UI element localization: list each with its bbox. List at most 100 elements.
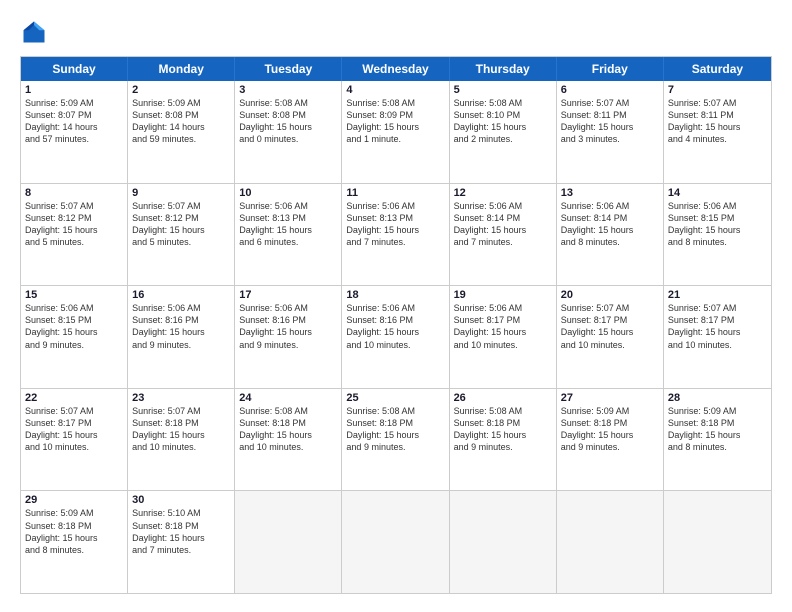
day-number: 12	[454, 187, 552, 199]
day-info-line: Sunrise: 5:07 AM	[668, 302, 767, 314]
day-info-line: Daylight: 15 hours	[346, 121, 444, 133]
day-info-line: Daylight: 15 hours	[561, 121, 659, 133]
day-info-line: Sunset: 8:08 PM	[132, 109, 230, 121]
day-info-line: and 10 minutes.	[668, 339, 767, 351]
day-info-line: Sunrise: 5:08 AM	[454, 405, 552, 417]
day-info-line: Daylight: 15 hours	[668, 121, 767, 133]
day-info-line: Sunset: 8:18 PM	[239, 417, 337, 429]
day-number: 22	[25, 392, 123, 404]
cal-header-saturday: Saturday	[664, 57, 771, 81]
day-info-line: and 6 minutes.	[239, 236, 337, 248]
calendar-day-23: 23Sunrise: 5:07 AMSunset: 8:18 PMDayligh…	[128, 389, 235, 491]
day-info-line: and 9 minutes.	[239, 339, 337, 351]
day-number: 8	[25, 187, 123, 199]
day-info-line: Daylight: 15 hours	[346, 429, 444, 441]
calendar-day-24: 24Sunrise: 5:08 AMSunset: 8:18 PMDayligh…	[235, 389, 342, 491]
calendar-day-22: 22Sunrise: 5:07 AMSunset: 8:17 PMDayligh…	[21, 389, 128, 491]
day-info-line: Daylight: 15 hours	[561, 224, 659, 236]
day-info-line: Daylight: 14 hours	[25, 121, 123, 133]
day-info-line: Daylight: 15 hours	[239, 429, 337, 441]
day-info-line: Sunrise: 5:06 AM	[668, 200, 767, 212]
calendar-week-2: 8Sunrise: 5:07 AMSunset: 8:12 PMDaylight…	[21, 184, 771, 287]
day-info-line: Sunrise: 5:07 AM	[668, 97, 767, 109]
calendar-week-5: 29Sunrise: 5:09 AMSunset: 8:18 PMDayligh…	[21, 491, 771, 593]
day-info-line: and 10 minutes.	[132, 441, 230, 453]
day-info-line: and 3 minutes.	[561, 133, 659, 145]
calendar-day-27: 27Sunrise: 5:09 AMSunset: 8:18 PMDayligh…	[557, 389, 664, 491]
day-info-line: Sunset: 8:16 PM	[239, 314, 337, 326]
day-info-line: Sunrise: 5:06 AM	[454, 200, 552, 212]
day-number: 4	[346, 84, 444, 96]
day-number: 30	[132, 494, 230, 506]
calendar-body: 1Sunrise: 5:09 AMSunset: 8:07 PMDaylight…	[21, 81, 771, 593]
day-info-line: Sunrise: 5:07 AM	[561, 97, 659, 109]
logo	[20, 18, 52, 46]
day-number: 18	[346, 289, 444, 301]
day-info-line: Sunrise: 5:06 AM	[132, 302, 230, 314]
cal-header-tuesday: Tuesday	[235, 57, 342, 81]
day-info-line: Sunset: 8:18 PM	[346, 417, 444, 429]
day-info-line: and 8 minutes.	[25, 544, 123, 556]
day-info-line: Sunrise: 5:10 AM	[132, 507, 230, 519]
day-number: 28	[668, 392, 767, 404]
day-info-line: Sunset: 8:17 PM	[454, 314, 552, 326]
calendar-day-26: 26Sunrise: 5:08 AMSunset: 8:18 PMDayligh…	[450, 389, 557, 491]
calendar-header: SundayMondayTuesdayWednesdayThursdayFrid…	[21, 57, 771, 81]
day-info-line: Daylight: 15 hours	[239, 224, 337, 236]
calendar-empty-cell	[664, 491, 771, 593]
day-info-line: and 57 minutes.	[25, 133, 123, 145]
day-info-line: Sunset: 8:18 PM	[25, 520, 123, 532]
calendar-day-3: 3Sunrise: 5:08 AMSunset: 8:08 PMDaylight…	[235, 81, 342, 183]
day-info-line: and 8 minutes.	[668, 236, 767, 248]
day-info-line: Sunrise: 5:09 AM	[132, 97, 230, 109]
day-number: 10	[239, 187, 337, 199]
day-info-line: Daylight: 15 hours	[25, 326, 123, 338]
day-info-line: and 5 minutes.	[25, 236, 123, 248]
day-info-line: Sunset: 8:16 PM	[132, 314, 230, 326]
day-info-line: and 10 minutes.	[239, 441, 337, 453]
day-info-line: Daylight: 15 hours	[346, 326, 444, 338]
calendar-day-11: 11Sunrise: 5:06 AMSunset: 8:13 PMDayligh…	[342, 184, 449, 286]
day-info-line: Daylight: 15 hours	[454, 429, 552, 441]
day-info-line: Daylight: 15 hours	[25, 532, 123, 544]
day-info-line: Sunset: 8:15 PM	[25, 314, 123, 326]
cal-header-sunday: Sunday	[21, 57, 128, 81]
day-info-line: Sunset: 8:10 PM	[454, 109, 552, 121]
day-info-line: Sunrise: 5:06 AM	[239, 200, 337, 212]
day-info-line: Sunrise: 5:06 AM	[239, 302, 337, 314]
day-number: 15	[25, 289, 123, 301]
page: SundayMondayTuesdayWednesdayThursdayFrid…	[0, 0, 792, 612]
day-info-line: Daylight: 15 hours	[346, 224, 444, 236]
day-info-line: Sunrise: 5:07 AM	[561, 302, 659, 314]
day-info-line: Daylight: 15 hours	[132, 429, 230, 441]
day-number: 5	[454, 84, 552, 96]
day-info-line: Daylight: 15 hours	[132, 224, 230, 236]
day-number: 14	[668, 187, 767, 199]
day-info-line: Sunset: 8:12 PM	[132, 212, 230, 224]
day-info-line: and 9 minutes.	[561, 441, 659, 453]
day-info-line: Sunrise: 5:07 AM	[132, 405, 230, 417]
calendar-day-28: 28Sunrise: 5:09 AMSunset: 8:18 PMDayligh…	[664, 389, 771, 491]
calendar-day-25: 25Sunrise: 5:08 AMSunset: 8:18 PMDayligh…	[342, 389, 449, 491]
day-info-line: Sunrise: 5:06 AM	[454, 302, 552, 314]
calendar-day-2: 2Sunrise: 5:09 AMSunset: 8:08 PMDaylight…	[128, 81, 235, 183]
day-number: 1	[25, 84, 123, 96]
day-info-line: Sunrise: 5:08 AM	[239, 405, 337, 417]
calendar-empty-cell	[557, 491, 664, 593]
calendar-day-8: 8Sunrise: 5:07 AMSunset: 8:12 PMDaylight…	[21, 184, 128, 286]
day-info-line: Daylight: 15 hours	[668, 326, 767, 338]
day-info-line: Sunset: 8:09 PM	[346, 109, 444, 121]
calendar-day-14: 14Sunrise: 5:06 AMSunset: 8:15 PMDayligh…	[664, 184, 771, 286]
day-info-line: Sunrise: 5:06 AM	[346, 302, 444, 314]
day-info-line: Sunset: 8:18 PM	[132, 520, 230, 532]
day-info-line: and 2 minutes.	[454, 133, 552, 145]
day-number: 29	[25, 494, 123, 506]
calendar-day-29: 29Sunrise: 5:09 AMSunset: 8:18 PMDayligh…	[21, 491, 128, 593]
day-number: 11	[346, 187, 444, 199]
day-info-line: Daylight: 15 hours	[668, 224, 767, 236]
calendar-empty-cell	[450, 491, 557, 593]
day-info-line: Sunset: 8:17 PM	[561, 314, 659, 326]
day-info-line: Sunrise: 5:07 AM	[25, 405, 123, 417]
day-info-line: and 10 minutes.	[346, 339, 444, 351]
day-info-line: Sunrise: 5:08 AM	[239, 97, 337, 109]
